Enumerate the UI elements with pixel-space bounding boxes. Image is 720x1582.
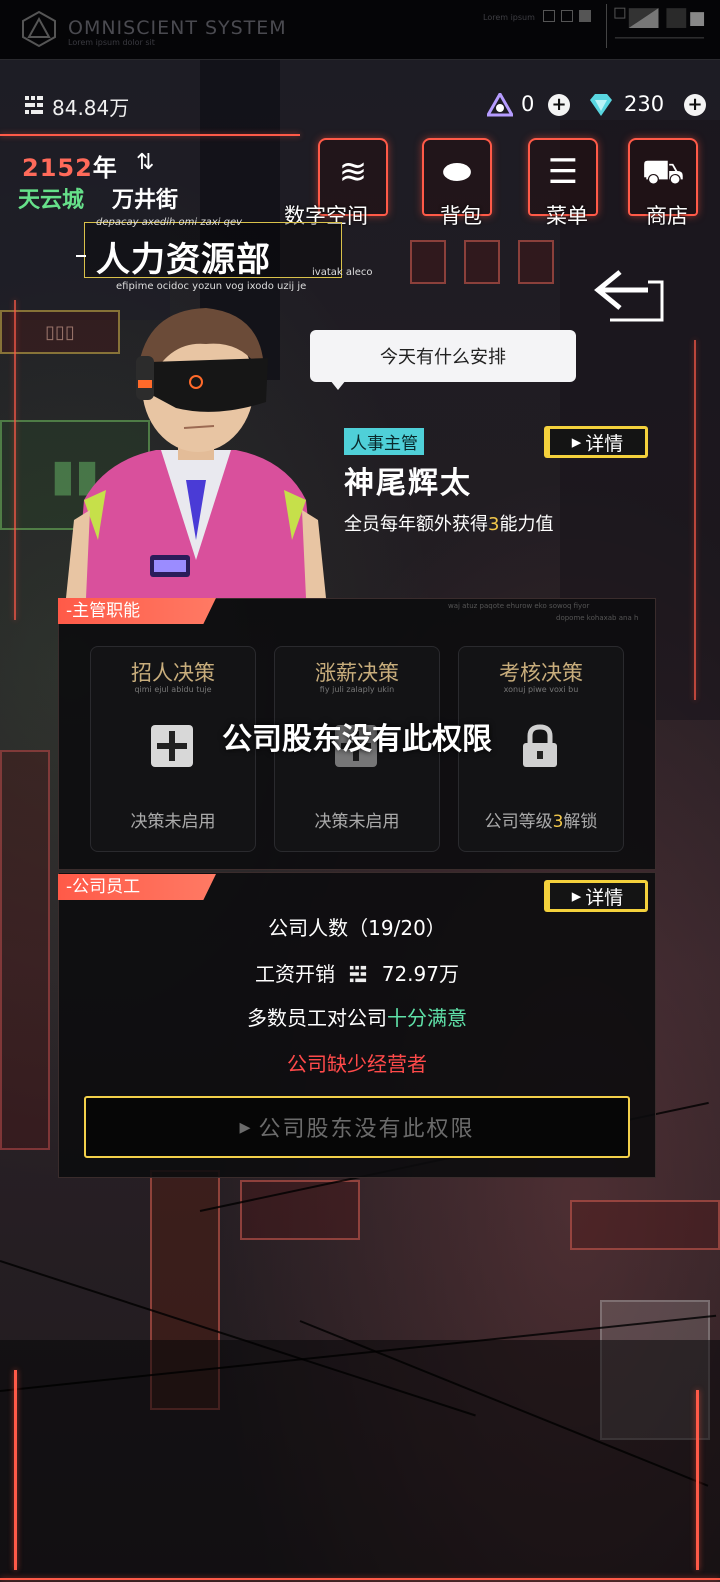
left-frame-line bbox=[14, 1370, 17, 1570]
cart-icon: ⛟ bbox=[641, 152, 685, 192]
flavor-text: waj atuz paqote ehurow eko sowoq fiyor bbox=[448, 602, 590, 610]
department-flavor-side: ivatak aleco bbox=[312, 267, 373, 278]
manager-role-badge: 人事主管 bbox=[344, 428, 424, 455]
perk-value: 3 bbox=[488, 514, 500, 535]
layers-icon: ≋ bbox=[338, 152, 368, 192]
satisfaction-value: 十分满意 bbox=[387, 1006, 467, 1030]
title-dash bbox=[76, 255, 86, 257]
nav-shop-label[interactable]: 商店 bbox=[646, 200, 688, 230]
purple-crystal-amount: 0 bbox=[521, 92, 535, 116]
diamond-icon bbox=[590, 94, 612, 116]
cycle-icon[interactable]: ⇅ bbox=[136, 150, 154, 175]
manager-name: 神尾辉太 bbox=[344, 466, 472, 501]
manager-functions-header: -主管职能 bbox=[58, 598, 216, 624]
flavor-text: dopome kohaxab ana h bbox=[556, 614, 639, 622]
manager-portrait bbox=[66, 308, 326, 598]
nav-menu-label[interactable]: 菜单 bbox=[546, 200, 588, 230]
status-square-icon bbox=[579, 10, 591, 22]
company-staff-header: -公司员工 bbox=[58, 874, 216, 900]
status-square-icon bbox=[561, 10, 573, 22]
triangle-right-icon: ▸ bbox=[239, 1114, 253, 1140]
purple-crystal-icon bbox=[487, 93, 513, 117]
status-prefix: 公司等级 bbox=[484, 812, 553, 832]
detail-button-inner: ▸ 详情 bbox=[550, 883, 645, 909]
card-subtitle: qimi ejul abidu tuje bbox=[134, 685, 212, 694]
back-arrow-icon[interactable] bbox=[590, 262, 666, 324]
card-subtitle: xonuj piwe voxi bu bbox=[503, 685, 579, 694]
money-icon bbox=[347, 964, 369, 983]
card-title: 涨薪决策 bbox=[315, 661, 399, 685]
system-logo-icon bbox=[22, 10, 56, 48]
salary-label: 工资开销 bbox=[255, 962, 335, 986]
perk-suffix: 能力值 bbox=[499, 514, 554, 535]
action-button-label: 公司股东没有此权限 bbox=[258, 1117, 475, 1142]
detail-button-inner: ▸ 详情 bbox=[550, 429, 645, 455]
staff-count: 公司人数（19/20） bbox=[268, 916, 446, 940]
money-amount: 84.84万 bbox=[52, 96, 130, 120]
brand-name: OMNISCIENT SYSTEM bbox=[68, 17, 287, 39]
brand-subtitle: Lorem ipsum dolor sit bbox=[68, 38, 155, 47]
card-title: 招人决策 bbox=[131, 661, 215, 685]
device-graphic-icon bbox=[606, 4, 705, 48]
salary-expense: 工资开销 72.97万 bbox=[58, 958, 656, 987]
staff-satisfaction: 多数员工对公司十分满意 bbox=[58, 1002, 656, 1031]
year-suffix: 年 bbox=[92, 154, 118, 182]
missing-operator-warning: 公司缺少经营者 bbox=[287, 1052, 427, 1076]
detail-button-label: 详情 bbox=[585, 886, 624, 909]
department-flavor-bottom: efipime ocidoc yozun vog ixodo uzij je bbox=[116, 281, 307, 292]
card-status: 决策未启用 bbox=[314, 812, 400, 832]
detail-button-label: 详情 bbox=[585, 432, 624, 455]
year-number: 2152 bbox=[22, 154, 93, 182]
triangle-right-icon: ▸ bbox=[571, 885, 582, 907]
department-flavor-top: depacay axedih omi zaxi qev bbox=[96, 217, 243, 228]
year-display: 2152年 bbox=[22, 148, 118, 183]
top-right-label: Lorem ipsum bbox=[483, 13, 535, 22]
add-diamond-button[interactable]: + bbox=[684, 94, 706, 116]
add-purple-crystal-button[interactable]: + bbox=[548, 94, 570, 116]
salary-value: 72.97万 bbox=[381, 962, 459, 986]
manager-perk: 全员每年额外获得3能力值 bbox=[344, 510, 553, 536]
diamond-amount: 230 bbox=[624, 92, 665, 116]
card-status: 公司等级3解锁 bbox=[459, 807, 623, 832]
top-bar: OMNISCIENT SYSTEM Lorem ipsum dolor sit … bbox=[0, 0, 720, 60]
right-upper-frame-line bbox=[694, 340, 696, 700]
top-frame-line bbox=[0, 134, 300, 136]
perk-prefix: 全员每年额外获得 bbox=[344, 514, 488, 535]
bottom-frame-line bbox=[0, 1578, 720, 1580]
speech-bubble[interactable]: 今天有什么安排 bbox=[310, 330, 576, 382]
left-upper-frame-line bbox=[14, 300, 16, 620]
list-icon: ☰ bbox=[547, 152, 579, 192]
nav-bag-label[interactable]: 背包 bbox=[440, 200, 482, 230]
staff-detail-button[interactable]: ▸ 详情 bbox=[544, 880, 648, 912]
speech-bubble-tail bbox=[330, 380, 346, 390]
card-status: 决策未启用 bbox=[130, 812, 216, 832]
department-title: 人力资源部 bbox=[96, 240, 271, 280]
card-subtitle: fiy juli zalaply ukin bbox=[319, 685, 395, 694]
status-suffix: 解锁 bbox=[563, 812, 598, 832]
right-frame-line bbox=[696, 1390, 699, 1570]
card-title: 考核决策 bbox=[499, 661, 583, 685]
city-name: 天云城 bbox=[18, 188, 85, 213]
status-square-icon bbox=[543, 10, 555, 22]
street-name: 万井街 bbox=[112, 188, 179, 213]
bag-icon: ⬬ bbox=[442, 152, 472, 192]
money-icon bbox=[25, 96, 43, 114]
satisfaction-prefix: 多数员工对公司 bbox=[247, 1006, 387, 1030]
manager-detail-button[interactable]: ▸ 详情 bbox=[544, 426, 648, 458]
status-value: 3 bbox=[552, 812, 564, 832]
no-permission-button[interactable]: ▸ 公司股东没有此权限 bbox=[84, 1096, 630, 1158]
no-permission-overlay: 公司股东没有此权限 bbox=[222, 722, 492, 757]
triangle-right-icon: ▸ bbox=[571, 431, 582, 453]
